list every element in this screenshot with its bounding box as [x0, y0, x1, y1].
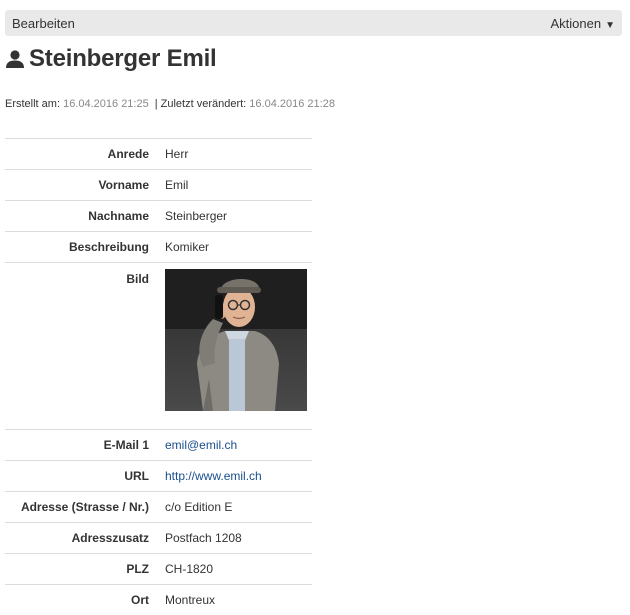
- contact-photo[interactable]: [165, 269, 307, 411]
- field-label-email: E-Mail 1: [5, 430, 161, 461]
- field-label-vorname: Vorname: [5, 170, 161, 201]
- actions-label: Aktionen: [551, 16, 602, 31]
- field-value-url: http://www.emil.ch: [161, 461, 312, 492]
- field-label-adresse: Adresse (Strasse / Nr.): [5, 492, 161, 523]
- contact-name: Steinberger Emil: [29, 45, 217, 73]
- table-row: Beschreibung Komiker: [5, 232, 312, 263]
- modified-label: Zuletzt verändert:: [161, 98, 247, 110]
- field-value-email: emil@emil.ch: [161, 430, 312, 461]
- field-value-adresszusatz: Postfach 1208: [161, 523, 312, 554]
- table-row: E-Mail 1 emil@emil.ch: [5, 430, 312, 461]
- table-row: URL http://www.emil.ch: [5, 461, 312, 492]
- user-icon: [5, 49, 25, 69]
- contact-details-table: Anrede Herr Vorname Emil Nachname Steinb…: [5, 138, 312, 615]
- field-label-ort: Ort: [5, 585, 161, 615]
- table-row: Bild: [5, 263, 312, 430]
- table-row: Ort Montreux: [5, 585, 312, 615]
- field-value-plz: CH-1820: [161, 554, 312, 585]
- field-label-beschreibung: Beschreibung: [5, 232, 161, 263]
- meta-separator: |: [155, 98, 158, 110]
- field-label-plz: PLZ: [5, 554, 161, 585]
- table-row: Adresszusatz Postfach 1208: [5, 523, 312, 554]
- page-title: Steinberger Emil: [5, 45, 217, 73]
- field-value-ort: Montreux: [161, 585, 312, 615]
- field-label-nachname: Nachname: [5, 201, 161, 232]
- website-link[interactable]: http://www.emil.ch: [165, 469, 262, 483]
- table-row: Nachname Steinberger: [5, 201, 312, 232]
- table-row: Adresse (Strasse / Nr.) c/o Edition E: [5, 492, 312, 523]
- toolbar: Bearbeiten Aktionen▼: [5, 10, 622, 36]
- email-link[interactable]: emil@emil.ch: [165, 438, 237, 452]
- table-row: PLZ CH-1820: [5, 554, 312, 585]
- table-row: Anrede Herr: [5, 139, 312, 170]
- field-label-anrede: Anrede: [5, 139, 161, 170]
- field-value-bild: [161, 263, 312, 430]
- table-row: Vorname Emil: [5, 170, 312, 201]
- field-value-anrede: Herr: [161, 139, 312, 170]
- actions-menu-button[interactable]: Aktionen▼: [551, 16, 616, 31]
- created-value: 16.04.2016 21:25: [63, 98, 149, 110]
- field-label-adresszusatz: Adresszusatz: [5, 523, 161, 554]
- created-label: Erstellt am:: [5, 98, 60, 110]
- field-label-url: URL: [5, 461, 161, 492]
- field-value-adresse: c/o Edition E: [161, 492, 312, 523]
- record-meta: Erstellt am: 16.04.2016 21:25 |Zuletzt v…: [5, 98, 335, 110]
- modified-value: 16.04.2016 21:28: [249, 98, 335, 110]
- field-value-beschreibung: Komiker: [161, 232, 312, 263]
- caret-down-icon: ▼: [605, 20, 615, 31]
- edit-button[interactable]: Bearbeiten: [12, 16, 75, 31]
- field-value-vorname: Emil: [161, 170, 312, 201]
- field-label-bild: Bild: [5, 263, 161, 430]
- field-value-nachname: Steinberger: [161, 201, 312, 232]
